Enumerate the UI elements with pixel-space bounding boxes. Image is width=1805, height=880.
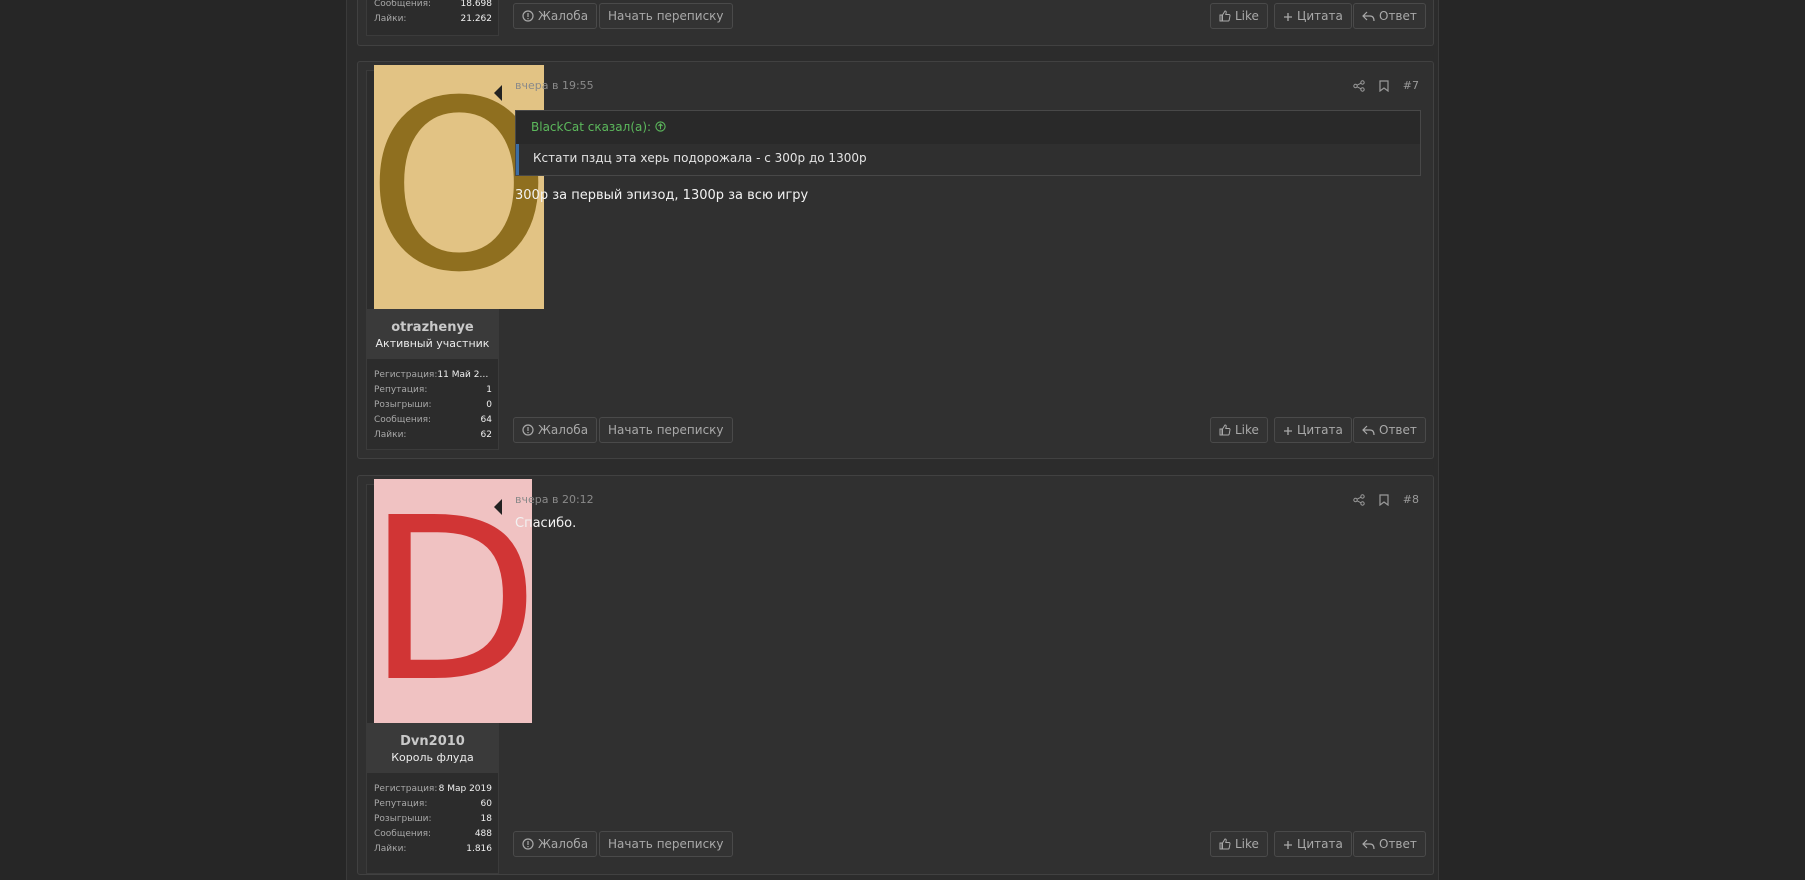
warning-icon (522, 424, 534, 436)
post-date[interactable]: вчера в 20:12 (515, 493, 594, 506)
quote-block: BlackCat сказал(а): Кстати пздц эта херь… (515, 110, 1421, 176)
stat-likes: Лайки: 62 (374, 430, 492, 440)
caret-left-icon (494, 499, 502, 515)
quote-text: Кстати пздц эта херь подорожала - с 300р… (516, 144, 1420, 175)
post-number[interactable]: #8 (1403, 493, 1419, 506)
post-8: D Dvn2010 Король флуда Регистрация: 8 Мар… (357, 475, 1434, 875)
post-message: 300р за первый эпизод, 1300р за всю игру (515, 188, 809, 203)
user-stats: Регистрация: 11 Май 2022 Репутация: 1 Розы… (374, 368, 492, 443)
bookmark-icon[interactable] (1379, 79, 1389, 92)
report-button[interactable]: Жалоба (513, 417, 598, 443)
stat-likes: Лайки: 21.262 (374, 14, 492, 24)
plus-icon (1284, 427, 1292, 435)
share-icon[interactable] (1353, 79, 1365, 92)
stat-reputation: Репутация: 1 (374, 385, 492, 395)
user-cell: Сообщения: 18.698 Лайки: 21.262 (366, 0, 499, 36)
start-conversation-button[interactable]: Начать переписку (599, 831, 733, 857)
post-date[interactable]: вчера в 19:55 (515, 79, 715, 92)
reply-icon (1362, 839, 1375, 850)
plus-icon (1284, 841, 1292, 849)
warning-icon (522, 838, 534, 850)
user-stats: Регистрация: 8 Мар 2019 Репутация: 60 Розы… (374, 782, 492, 857)
warning-icon (522, 10, 534, 22)
user-info: Dvn2010 Король флуда (366, 723, 499, 773)
start-conversation-button[interactable]: Начать переписку (599, 417, 733, 443)
arrow-up-circle-icon (655, 121, 666, 132)
caret-left-icon (494, 85, 502, 101)
bookmark-icon[interactable] (1379, 493, 1389, 506)
stat-likes: Лайки: 1.816 (374, 844, 492, 854)
post-7: O otrazhenye Активный участник Регистрац… (357, 61, 1434, 459)
user-title: Король флуда (391, 751, 474, 764)
user-info: otrazhenye Активный участник (366, 309, 499, 359)
reply-icon (1362, 425, 1375, 436)
plus-icon (1284, 13, 1292, 21)
stat-messages: Сообщения: 18.698 (374, 0, 492, 9)
thumbs-up-icon (1219, 424, 1231, 436)
user-stats: Сообщения: 18.698 Лайки: 21.262 (374, 0, 492, 27)
avatar[interactable]: D (366, 479, 540, 723)
report-button[interactable]: Жалоба (513, 3, 598, 29)
like-button[interactable]: Like (1210, 831, 1268, 857)
stat-giveaways: Розыгрыши: 18 (374, 814, 492, 824)
reply-button[interactable]: Ответ (1353, 831, 1426, 857)
reply-button[interactable]: Ответ (1353, 417, 1426, 443)
post-6: Сообщения: 18.698 Лайки: 21.262 Жалоба Нач… (357, 0, 1434, 46)
username[interactable]: otrazhenye (366, 320, 499, 335)
quote-button[interactable]: Цитата (1274, 417, 1352, 443)
post-meta-actions: #8 (1353, 493, 1419, 506)
post-number[interactable]: #7 (1403, 79, 1419, 92)
like-button[interactable]: Like (1210, 417, 1268, 443)
reply-button[interactable]: Ответ (1353, 3, 1426, 29)
quote-header[interactable]: BlackCat сказал(а): (516, 111, 1420, 144)
stat-registration: Регистрация: 11 Май 2022 (374, 370, 492, 380)
thumbs-up-icon (1219, 838, 1231, 850)
start-conversation-button[interactable]: Начать переписку (599, 3, 733, 29)
stat-messages: Сообщения: 64 (374, 415, 492, 425)
avatar[interactable]: O (367, 65, 552, 309)
post-message: Спасибо. (515, 516, 577, 531)
stat-registration: Регистрация: 8 Мар 2019 (374, 784, 492, 794)
reply-icon (1362, 11, 1375, 22)
like-button[interactable]: Like (1210, 3, 1268, 29)
user-title: Активный участник (375, 337, 490, 350)
share-icon[interactable] (1353, 493, 1365, 506)
quote-button[interactable]: Цитата (1274, 831, 1352, 857)
stat-reputation: Репутация: 60 (374, 799, 492, 809)
thumbs-up-icon (1219, 10, 1231, 22)
stat-messages: Сообщения: 488 (374, 829, 492, 839)
username[interactable]: Dvn2010 (366, 734, 499, 749)
post-meta-actions: #7 (1353, 79, 1419, 92)
stat-giveaways: Розыгрыши: 0 (374, 400, 492, 410)
quote-button[interactable]: Цитата (1274, 3, 1352, 29)
report-button[interactable]: Жалоба (513, 831, 598, 857)
